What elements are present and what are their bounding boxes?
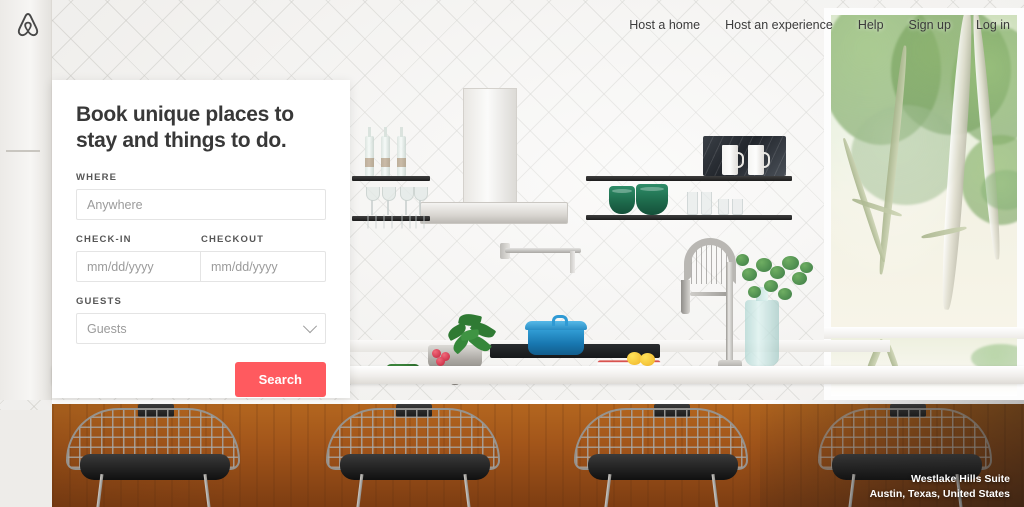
page-title: Book unique places to stay and things to… [76,103,294,153]
airbnb-belo-logo-icon[interactable] [10,7,46,43]
drinking-glass [732,199,743,215]
faucet-spray-head [681,280,690,314]
listing-title: Westlake Hills Suite [910,472,1010,485]
nav-log-in[interactable]: Log in [976,18,1010,32]
bottle [381,127,390,176]
green-bowl [609,186,635,214]
search-button-row: Search [76,362,326,398]
wine-glass [382,187,396,215]
wine-glass [414,187,428,215]
date-row: CHECK-IN CHECKOUT [76,234,326,283]
top-navigation: Host a home Host an experience Help Sign… [0,0,1024,50]
bottle [397,127,406,176]
pot-filler-spout [570,251,575,273]
shelf-left-upper [352,176,430,181]
wine-glass [400,187,414,215]
listing-caption: Westlake Hills Suite Austin, Texas, Unit… [870,472,1010,502]
checkin-input[interactable] [76,251,201,283]
checkin-label: CHECK-IN [76,234,132,246]
shelf-left-lower [352,216,430,221]
bar-stool [58,408,248,507]
left-cabinetry [0,0,52,400]
bar-stool [318,408,508,507]
faucet-stem [726,262,733,370]
checkin-group: CHECK-IN [76,234,201,283]
bottle [365,127,374,176]
where-label: WHERE [76,172,118,184]
bar-stool [566,408,756,507]
wine-glass [366,187,380,215]
drinking-glass [718,199,729,215]
blue-dutch-oven [525,315,587,355]
radish [436,357,445,366]
guests-group: GUESTS Guests [76,296,326,345]
checkout-group: CHECKOUT [201,234,326,283]
basil-bunch [441,311,497,355]
search-button[interactable]: Search [234,362,326,398]
chevron-down-icon [302,318,318,333]
glass-vase [745,287,779,366]
drinking-glass [687,192,698,215]
mug [748,145,770,175]
nav-sign-up[interactable]: Sign up [909,18,951,32]
nav-host-a-home[interactable]: Host a home [629,18,700,32]
checkout-label: CHECKOUT [201,234,265,246]
checkout-input[interactable] [201,251,326,283]
marble-tray [703,136,786,176]
where-input[interactable] [76,189,326,221]
range-hood-body [420,202,568,224]
shelf-right-lower [586,215,792,220]
range-hood-stack [463,88,517,210]
drinking-glass [701,192,712,215]
nav-links: Host a home Host an experience Help Sign… [629,18,1010,32]
listing-location: Austin, Texas, United States [869,487,1010,500]
nav-host-an-experience[interactable]: Host an experience [725,18,833,32]
lemon [640,353,655,366]
guests-selected-value: Guests [87,321,127,336]
guests-select[interactable]: Guests [76,313,326,345]
mug [722,145,744,175]
search-card: Book unique places to stay and things to… [52,80,350,398]
nav-help[interactable]: Help [858,18,884,32]
green-bowl [636,184,668,215]
shelf-right-upper [586,176,792,181]
guests-label: GUESTS [76,296,122,308]
window-pane-upper [831,15,1017,327]
